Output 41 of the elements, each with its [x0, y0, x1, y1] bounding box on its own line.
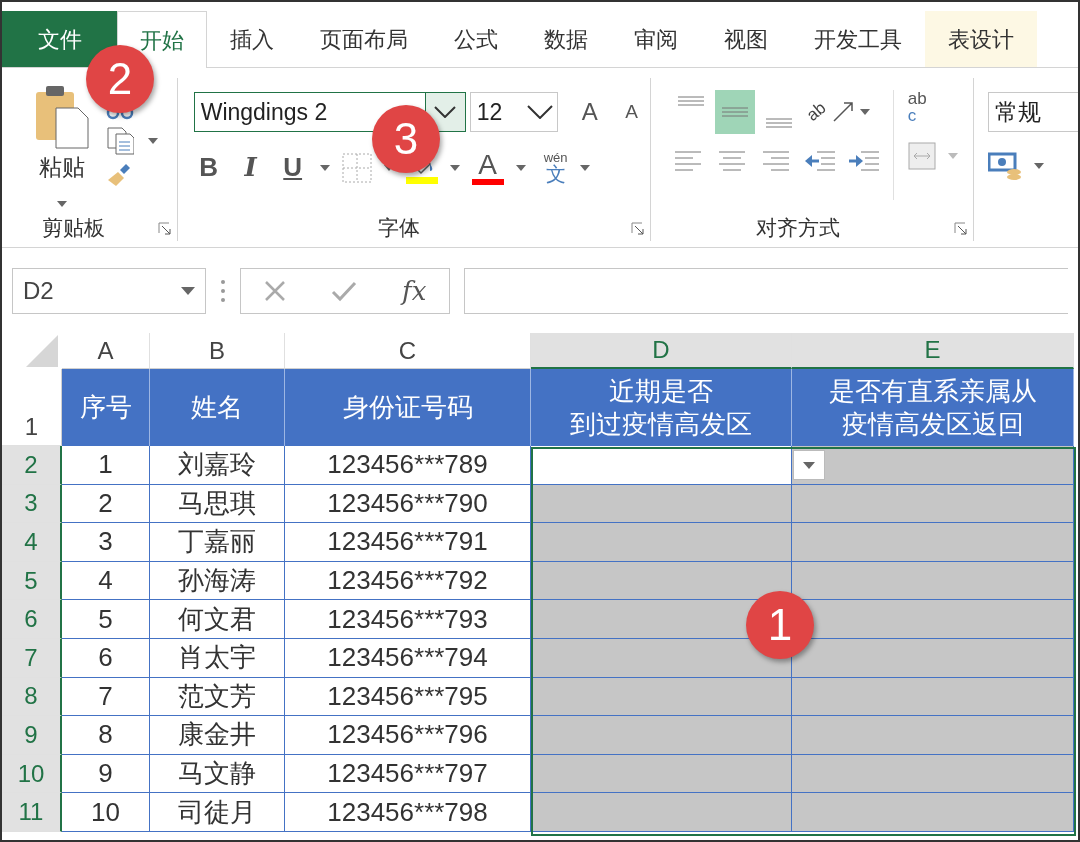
table-cell: 3 [62, 523, 150, 562]
group-label: 剪贴板 [42, 215, 105, 241]
table-cell: 马文静 [150, 754, 285, 794]
table-cell: 肖太宇 [150, 638, 285, 678]
table-cell: 丁嘉丽 [150, 523, 285, 562]
group-label: 对齐方式 [755, 215, 840, 241]
table-cell: 孙海涛 [150, 561, 285, 601]
header-text: 是否有直系亲属从 [828, 375, 1037, 408]
table-cell: 5 [62, 600, 150, 639]
table-cell: 10 [62, 793, 150, 832]
table-cell: 司徒月 [150, 793, 285, 832]
table-cell: 6 [62, 638, 150, 678]
table-cell: 康金井 [150, 716, 285, 755]
table-cell: 123456***796 [285, 716, 531, 755]
table-cell: 4 [62, 561, 150, 601]
table-cell: 何文君 [150, 600, 285, 639]
table-cell: 范文芳 [150, 677, 285, 717]
table-cell: 1 [62, 446, 150, 485]
header-text: 近期是否 [609, 375, 713, 408]
header-text: 序号 [79, 391, 132, 424]
table-cell: 8 [62, 716, 150, 755]
table-cell: 123456***798 [285, 793, 531, 832]
table-cell: 123456***797 [285, 754, 531, 794]
table-cell: 123456***793 [285, 600, 531, 639]
table-cell: 9 [62, 754, 150, 794]
step-callout-tooltip: 3 [372, 105, 440, 173]
table-cell: 123456***790 [285, 484, 531, 524]
table-cell: 2 [62, 484, 150, 524]
table-cell: 123456***789 [285, 446, 531, 485]
group-label: 字体 [377, 215, 420, 241]
header-text: 姓名 [191, 391, 243, 424]
table-cell: 123456***794 [285, 638, 531, 678]
header-text: 到过疫情高发区 [570, 407, 752, 440]
table-cell: 123456***791 [285, 523, 531, 562]
table-cell: 7 [62, 677, 150, 717]
header-text: 身份证号码 [342, 391, 473, 424]
table-cell: 123456***792 [285, 561, 531, 601]
table-cell: 刘嘉玲 [150, 446, 285, 485]
table-cell: 马思琪 [150, 484, 285, 524]
header-text: 疫情高发区返回 [841, 407, 1024, 440]
table-cell: 123456***795 [285, 677, 531, 717]
